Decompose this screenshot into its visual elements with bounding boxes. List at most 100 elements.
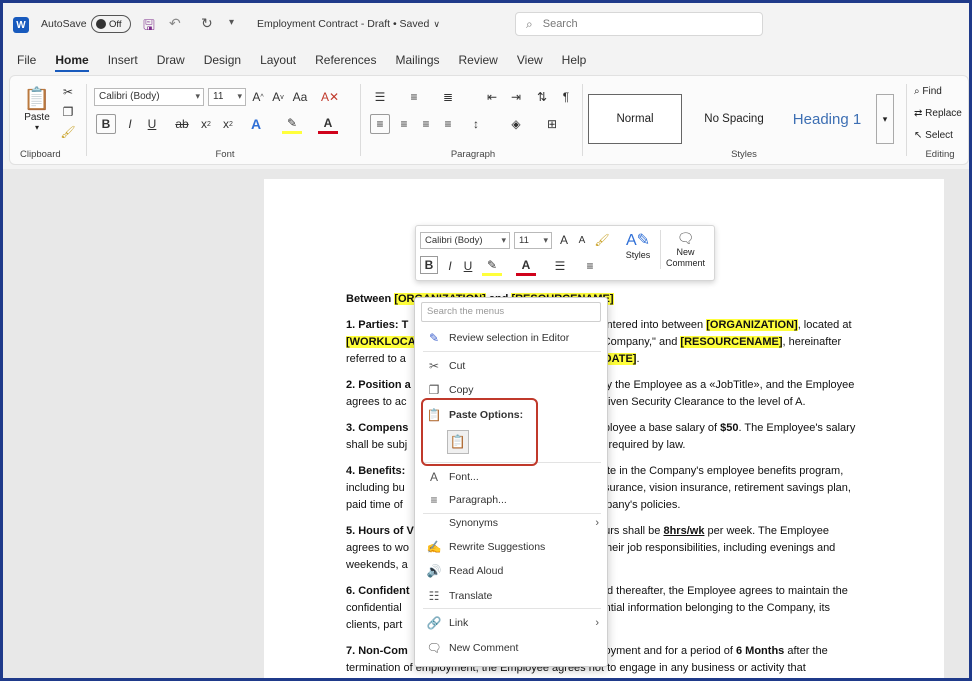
menu-search-input[interactable]: Search the menus <box>421 302 601 322</box>
menu-item-link[interactable]: 🔗 Link › <box>415 611 607 635</box>
worklocation-placeholder: [WORKLOCA <box>346 336 416 348</box>
tab-draw[interactable]: Draw <box>157 53 185 67</box>
tab-layout[interactable]: Layout <box>260 53 296 67</box>
tab-review[interactable]: Review <box>459 53 498 67</box>
bullets-icon[interactable]: ☰ <box>370 87 390 107</box>
shading-icon[interactable]: ◈ <box>506 114 526 134</box>
bold-icon[interactable]: B <box>96 114 116 134</box>
copy-icon[interactable]: ❐ <box>58 102 78 122</box>
menu-item-translate[interactable]: ☷ Translate <box>415 584 607 608</box>
styles-more-icon[interactable]: ▾ <box>876 94 894 144</box>
format-painter-icon[interactable]: 🖌 <box>592 230 612 250</box>
copy-icon: ❐ <box>428 383 440 397</box>
numbering-icon[interactable]: ≡ <box>404 87 424 107</box>
tab-home[interactable]: Home <box>55 53 90 72</box>
align-center-icon[interactable]: ≡ <box>394 114 414 134</box>
doc-text: 4. Benefits: <box>346 465 406 477</box>
doc-text: mployment and for a period of <box>586 645 733 657</box>
font-name-combo[interactable]: Calibri (Body) <box>94 88 204 106</box>
change-case-icon[interactable]: Aa <box>290 87 310 107</box>
style-no-spacing[interactable]: No Spacing <box>686 94 782 144</box>
undo-icon[interactable]: ↶ <box>169 15 181 32</box>
font-color-icon[interactable]: A <box>516 256 536 276</box>
menu-item-paragraph[interactable]: ≡ Paragraph... <box>415 488 607 512</box>
tab-mailings[interactable]: Mailings <box>395 53 439 67</box>
menu-item-synonyms[interactable]: Synonyms › <box>415 511 607 535</box>
doc-text: per week. The Employee <box>707 525 829 537</box>
redo-icon[interactable]: ↻ <box>201 15 213 32</box>
chevron-down-icon: ▾ <box>34 123 39 132</box>
font-size-combo[interactable]: 11 <box>208 88 246 106</box>
bullets-icon[interactable]: ☰ <box>550 256 570 276</box>
numbering-icon[interactable]: ≡ <box>580 256 600 276</box>
italic-icon[interactable]: I <box>120 114 140 134</box>
style-normal-label: Normal <box>616 113 654 125</box>
highlight-icon[interactable]: ✎ <box>282 114 302 134</box>
tab-file[interactable]: File <box>17 53 36 67</box>
tab-help[interactable]: Help <box>562 53 587 67</box>
font-icon: A <box>429 470 438 484</box>
borders-icon[interactable]: ⊞ <box>542 114 562 134</box>
justify-icon[interactable]: ≡ <box>438 114 458 134</box>
save-icon[interactable]: 🖫 <box>143 15 155 39</box>
align-left-icon[interactable]: ≡ <box>370 114 390 134</box>
find-button[interactable]: ⌕ Find <box>914 86 942 97</box>
menu-item-font[interactable]: A Font... <box>415 465 607 489</box>
paste-label: Paste <box>24 112 50 123</box>
format-painter-icon[interactable]: 🖌 <box>58 122 78 142</box>
replace-button[interactable]: ⇄ Replace <box>914 108 962 119</box>
select-label: Select <box>925 130 953 141</box>
select-button[interactable]: ↖ Select <box>914 130 953 141</box>
grow-font-icon[interactable]: A <box>554 230 574 250</box>
search-box[interactable]: ⌕ Search <box>515 12 763 36</box>
decrease-indent-icon[interactable]: ⇤ <box>482 87 502 107</box>
tab-references[interactable]: References <box>315 53 376 67</box>
font-label: Font <box>215 149 235 160</box>
mini-size-combo[interactable]: 11 <box>514 232 552 249</box>
divider <box>86 84 87 156</box>
mini-font-combo[interactable]: Calibri (Body) <box>420 232 510 249</box>
shrink-font-icon[interactable]: A <box>572 230 592 250</box>
font-color-icon[interactable]: A <box>318 114 338 134</box>
superscript-icon[interactable]: x2 <box>218 114 238 134</box>
strikethrough-icon[interactable]: ab <box>172 114 192 134</box>
mini-size-value: 11 <box>519 235 529 246</box>
highlight-icon[interactable]: ✎ <box>482 256 502 276</box>
clear-formatting-icon[interactable]: A✕ <box>320 87 340 107</box>
doc-text: t and thereafter, the Employee agrees to… <box>588 585 848 597</box>
tab-view[interactable]: View <box>517 53 543 67</box>
mini-styles-button[interactable]: A✎ Styles <box>620 230 656 260</box>
underline-icon[interactable]: U <box>142 114 162 134</box>
mini-new-comment-button[interactable]: 🗨 New Comment <box>660 230 710 269</box>
show-marks-icon[interactable]: ¶ <box>556 87 576 107</box>
autosave-toggle[interactable]: Off <box>91 15 131 33</box>
cut-icon[interactable]: ✂ <box>58 82 78 102</box>
font-size-value: 11 <box>213 91 224 102</box>
italic-icon[interactable]: I <box>440 256 460 276</box>
align-right-icon[interactable]: ≡ <box>416 114 436 134</box>
doc-text: Between <box>346 293 392 305</box>
menu-item-new-comment[interactable]: 🗨 New Comment <box>415 636 607 660</box>
underline-icon[interactable]: U <box>458 256 478 276</box>
translate-icon: ☷ <box>428 589 440 603</box>
style-heading-1[interactable]: Heading 1 <box>784 94 870 144</box>
text-effects-icon[interactable]: A <box>246 114 266 134</box>
document-title[interactable]: Employment Contract - Draft • Saved ∨ <box>257 18 440 30</box>
bold-icon[interactable]: B <box>420 256 438 274</box>
style-normal[interactable]: Normal <box>588 94 682 144</box>
tab-insert[interactable]: Insert <box>108 53 138 67</box>
tab-design[interactable]: Design <box>204 53 241 67</box>
multilevel-list-icon[interactable]: ≣ <box>438 87 458 107</box>
shrink-font-icon[interactable]: Av <box>268 87 288 107</box>
customize-qat-icon[interactable]: ▾ <box>229 17 234 28</box>
menu-item-cut[interactable]: ✂ Cut <box>415 354 607 378</box>
menu-item-rewrite[interactable]: ✍ Rewrite Suggestions <box>415 535 607 559</box>
line-spacing-icon[interactable]: ↕ <box>466 114 486 134</box>
increase-indent-icon[interactable]: ⇥ <box>506 87 526 107</box>
sort-icon[interactable]: ⇅ <box>532 87 552 107</box>
subscript-icon[interactable]: x2 <box>196 114 216 134</box>
menu-item-read-aloud[interactable]: 🔊 Read Aloud <box>415 559 607 583</box>
menu-item-review-selection[interactable]: ✎ Review selection in Editor <box>415 326 607 350</box>
grow-font-icon[interactable]: A ^ <box>248 87 268 107</box>
paste-button[interactable]: 📋 Paste ▾ <box>22 86 52 134</box>
